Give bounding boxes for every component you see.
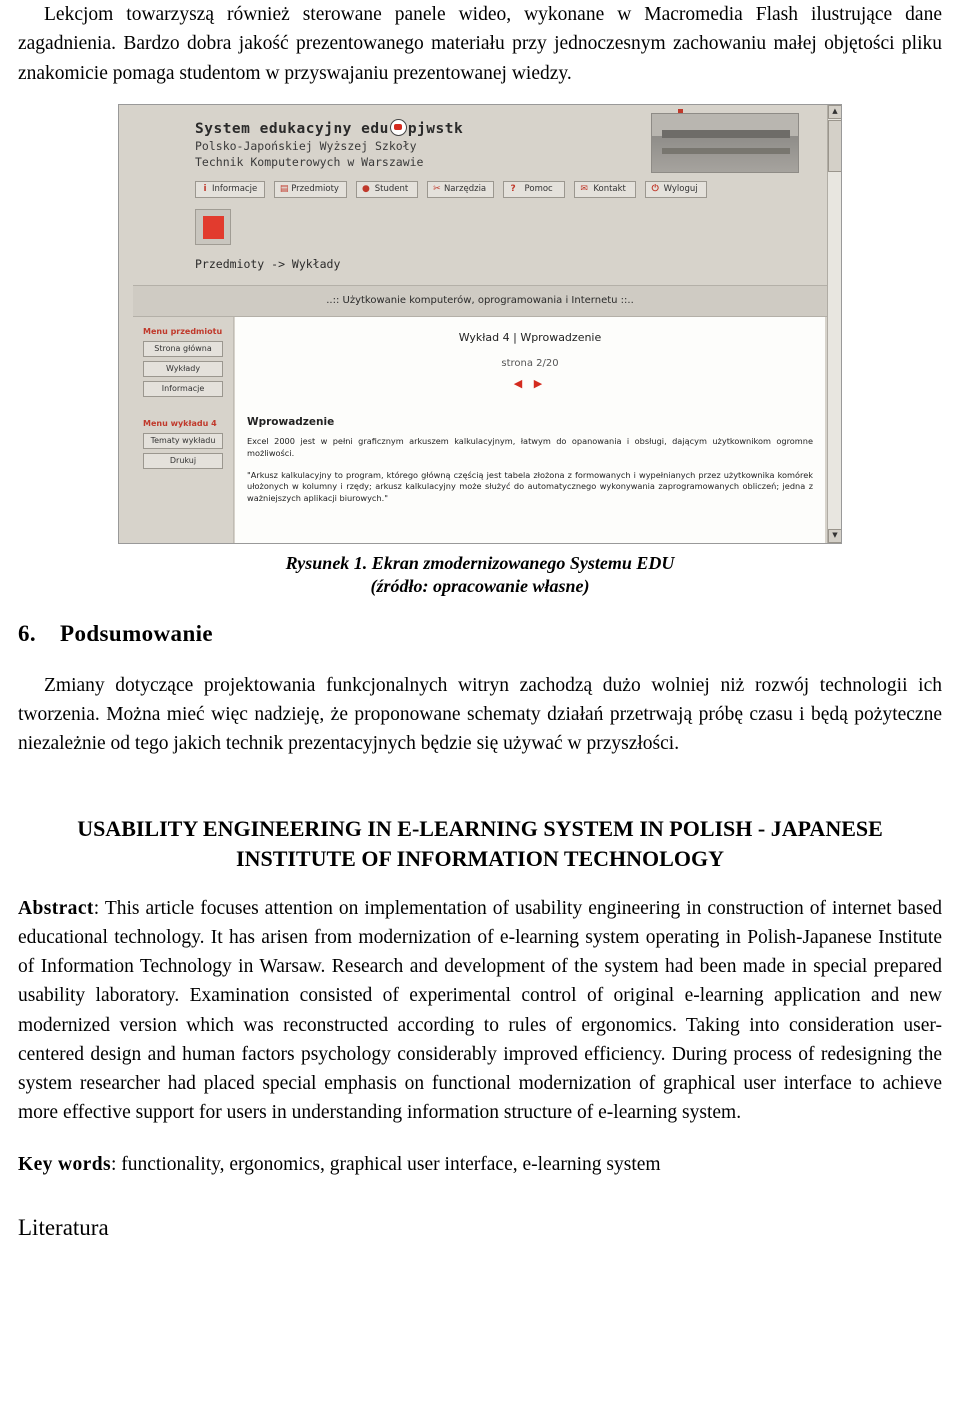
english-title-line2: INSTITUTE OF INFORMATION TECHNOLOGY [236, 845, 724, 871]
english-title-line1: USABILITY ENGINEERING IN E-LEARNING SYST… [77, 816, 883, 842]
abstract-label: Abstract [18, 897, 94, 919]
mail-icon: ✉ [580, 183, 588, 194]
system-title-left: System edukacyjny edu [195, 120, 389, 137]
figure-caption-line1: Rysunek 1. Ekran zmodernizowanego System… [285, 552, 675, 573]
sidebar-item-tematy-wykladu[interactable]: Tematy wykładu [143, 432, 223, 449]
keywords-text: : functionality, ergonomics, graphical u… [110, 1153, 661, 1175]
nav-student[interactable]: ● Student [355, 180, 418, 198]
system-title-right: pjwstk [407, 120, 464, 137]
abstract-paragraph: Abstract: This article focuses attention… [18, 894, 942, 1128]
nav-student-label: Student [374, 183, 409, 194]
logo-dot-icon [389, 118, 407, 136]
nav-przedmioty-label: Przedmioty [291, 183, 339, 194]
user-icon: ● [362, 183, 370, 194]
screenshot-subtitle-2: Technik Komputerowych w Warszawie [195, 154, 424, 169]
content-paragraph-1: Excel 2000 jest w pełni graficznym arkus… [247, 435, 813, 458]
tools-icon: ✂ [433, 183, 441, 194]
sidebar-item-drukuj[interactable]: Drukuj [143, 452, 223, 469]
nav-wyloguj-label: Wyloguj [663, 183, 698, 194]
info-icon: i [203, 183, 207, 194]
figure-caption: Rysunek 1. Ekran zmodernizowanego System… [18, 552, 942, 599]
scroll-up-arrow-icon[interactable]: ▲ [828, 104, 841, 119]
sidebar-item-informacje[interactable]: Informacje [143, 380, 223, 397]
content-heading: Wprowadzenie [247, 415, 335, 428]
paragraph-flash-panels: Lekcjom towarzyszą również sterowane pan… [18, 4, 942, 84]
breadcrumb: Przedmioty -> Wykłady [195, 256, 341, 271]
heading-literatura: Literatura [18, 1214, 109, 1240]
content-paragraph-2: "Arkusz kalkulacyjny to program, którego… [247, 469, 813, 504]
screenshot-subtitle-1: Polsko-Japońskiej Wyższej Szkoły [195, 138, 417, 153]
nav-przedmioty[interactable]: ▤ Przedmioty [274, 180, 347, 198]
nav-wyloguj[interactable]: ⏻ Wyloguj [645, 180, 708, 198]
building-photo [651, 112, 799, 173]
figure-caption-line2: (źródło: opracowanie własne) [370, 576, 590, 597]
scroll-down-arrow-icon[interactable]: ▼ [828, 528, 841, 543]
help-icon: ? [510, 183, 516, 194]
document-content: Lekcjom towarzyszą również sterowane pan… [18, 0, 942, 1241]
sidebar-item-strona-glowna[interactable]: Strona główna [143, 340, 223, 357]
sidebar-menu2-title: Menu wykładu 4 [143, 418, 217, 428]
abstract-text: : This article focuses attention on impl… [18, 897, 942, 1124]
scrollbar-thumb[interactable] [828, 119, 841, 172]
sidebar-menu-title: Menu przedmiotu [143, 326, 223, 336]
nav-kontakt[interactable]: ✉ Kontakt [574, 180, 637, 198]
screenshot-viewport: System edukacyjny edu pjwstk Polsko-Japoń… [119, 104, 827, 543]
paragraph-summary: Zmiany dotyczące projektowania funkcjona… [18, 674, 942, 755]
course-banner-label: ..:: Użytkowanie komputerów, oprogramowa… [326, 295, 634, 307]
nav-pomoc[interactable]: ? Pomoc [503, 180, 566, 198]
section-number: 6. [18, 620, 37, 646]
power-icon: ⏻ [651, 183, 659, 194]
book-icon: ▤ [279, 183, 289, 194]
lecture-title: Wykład 4 | Wprowadzenie [458, 330, 602, 344]
nav-informacje[interactable]: i Informacje [195, 180, 266, 198]
edu-system-screenshot: System edukacyjny edu pjwstk Polsko-Japoń… [118, 103, 842, 544]
figure-container: System edukacyjny edu pjwstk Polsko-Japoń… [18, 103, 942, 544]
nav-informacje-label: Informacje [212, 183, 258, 194]
vertical-scrollbar[interactable]: ▲ ▼ [827, 104, 841, 543]
screenshot-sidebar: Menu przedmiotu Strona główna Wykłady In… [133, 316, 234, 543]
screenshot-main-content: Wykład 4 | Wprowadzenie strona 2/20 ◀ ▶ … [235, 316, 825, 543]
section-title: Podsumowanie [60, 620, 214, 646]
screenshot-header: System edukacyjny edu pjwstk Polsko-Japoń… [119, 104, 827, 245]
english-article-title: USABILITY ENGINEERING IN E-LEARNING SYST… [18, 814, 942, 873]
nav-pomoc-label: Pomoc [524, 183, 553, 194]
page-indicator: strona 2/20 [501, 357, 559, 369]
document-page: Lekcjom towarzyszą również sterowane pan… [0, 0, 960, 1412]
page-nav-arrows-icon[interactable]: ◀ ▶ [247, 377, 813, 390]
nav-narzedzia-label: Narzędzia [443, 183, 487, 194]
keywords-label: Key words [18, 1153, 111, 1175]
keywords-paragraph: Key words: functionality, ergonomics, gr… [18, 1150, 942, 1179]
screenshot-main-nav: i Informacje ▤ Przedmioty ● Student ✂ Narzęd… [195, 180, 708, 198]
nav-narzedzia[interactable]: ✂ Narzędzia [426, 180, 495, 198]
section-heading-podsumowanie: 6. Podsumowanie [18, 621, 942, 647]
nav-kontakt-label: Kontakt [593, 183, 626, 194]
sidebar-item-wyklady[interactable]: Wykłady [143, 360, 223, 377]
course-banner: ..:: Użytkowanie komputerów, oprogramowa… [133, 284, 827, 317]
red-square-logo-icon [195, 208, 231, 245]
screenshot-system-title: System edukacyjny edu pjwstk [195, 118, 464, 137]
